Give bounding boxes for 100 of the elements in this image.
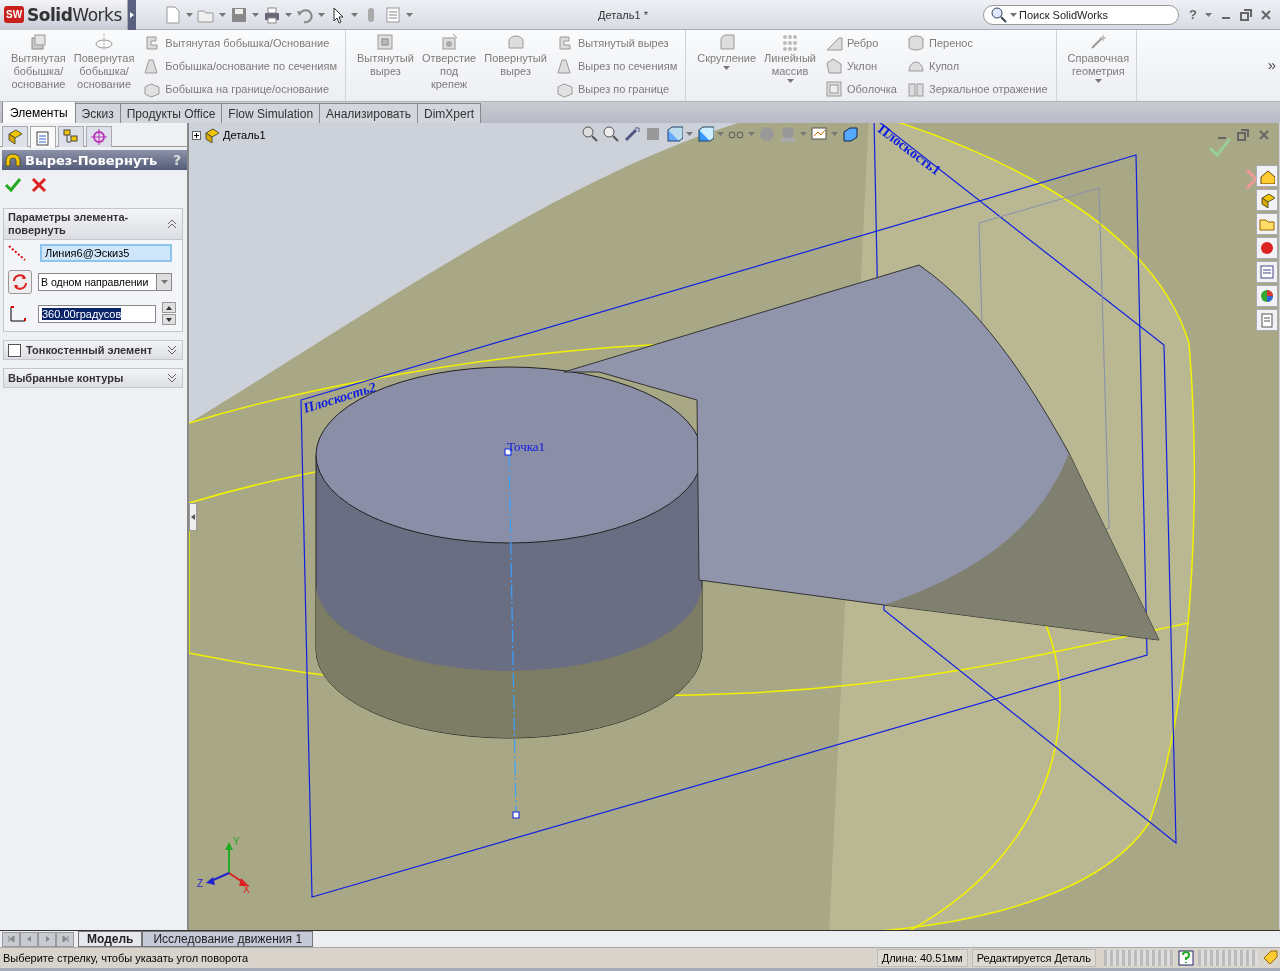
confirm-check-icon[interactable] [1208, 135, 1232, 159]
axis-label: Y [233, 836, 240, 847]
previous-view-icon[interactable] [623, 125, 641, 143]
task-pane-tab[interactable] [1256, 285, 1278, 307]
close-icon[interactable] [1260, 8, 1272, 21]
caret-icon[interactable] [252, 12, 259, 17]
tag-icon[interactable] [1262, 949, 1280, 967]
panel-collapse-handle[interactable] [189, 503, 197, 531]
caret-icon[interactable] [748, 132, 755, 136]
printer-icon[interactable] [263, 5, 281, 24]
expand-chevron-icon[interactable] [166, 371, 178, 385]
tab[interactable]: DimXpert [417, 103, 482, 123]
zoom-fit-icon[interactable] [581, 125, 599, 143]
caret-icon[interactable] [351, 12, 358, 17]
reverse-direction-button[interactable] [8, 270, 32, 294]
task-pane-tab[interactable] [1256, 165, 1278, 187]
zoom-area-icon[interactable] [602, 125, 620, 143]
last-button[interactable] [56, 931, 74, 947]
caret-icon[interactable] [219, 12, 226, 17]
cancel-x-icon[interactable] [30, 176, 48, 194]
document-icon [34, 128, 52, 147]
dropdown-caret-icon[interactable] [160, 280, 168, 284]
first-icon [7, 936, 15, 942]
task-pane-tab[interactable] [1256, 213, 1278, 235]
caret-icon[interactable] [831, 132, 838, 136]
restore-icon[interactable] [1237, 129, 1249, 141]
tab[interactable]: Анализировать [319, 103, 419, 123]
axis-selection-field[interactable]: Линия6@Эскиз5 [40, 244, 172, 262]
section-title: Тонкостенный элемент [26, 343, 154, 357]
checkbox[interactable] [8, 343, 21, 357]
caret-icon[interactable] [186, 12, 193, 17]
section-title: Параметры элемента-повернуть [8, 211, 130, 237]
tab[interactable]: Исследование движения 1 [142, 931, 314, 947]
section-view-icon[interactable] [644, 125, 662, 143]
display-style-icon[interactable] [696, 125, 714, 143]
axis-line-icon [8, 245, 26, 261]
dropdown-caret-icon[interactable] [1010, 12, 1018, 17]
task-pane-tab[interactable] [1256, 189, 1278, 211]
new-document-icon[interactable] [164, 5, 182, 24]
view-settings-icon[interactable] [810, 125, 828, 143]
view-orientation-icon[interactable] [665, 125, 683, 143]
close-icon[interactable] [1258, 129, 1270, 141]
caret-icon[interactable] [406, 12, 413, 17]
checklist-icon[interactable] [384, 5, 402, 24]
direction-dropdown[interactable]: В одном направлении [38, 273, 172, 291]
help-icon[interactable] [1178, 950, 1194, 966]
menu-expand-button[interactable] [128, 0, 136, 30]
search-icon[interactable] [990, 5, 1009, 24]
spin-down-button[interactable] [162, 314, 176, 325]
length-readout: Длина: 40.51мм [876, 949, 968, 967]
save-icon[interactable] [230, 5, 248, 24]
tab[interactable]: Продукты Office [119, 103, 223, 123]
confirm-check-icon[interactable] [4, 176, 22, 194]
tab[interactable]: Модель [78, 931, 143, 947]
manager-tab[interactable] [58, 126, 84, 147]
spin-up-button[interactable] [162, 302, 176, 313]
caret-icon[interactable] [717, 132, 724, 136]
logo-mark[interactable]: SW [4, 6, 25, 23]
parts-icon [1259, 192, 1275, 208]
previous-button[interactable] [20, 931, 38, 947]
search-field[interactable]: Поиск SolidWorks [983, 4, 1180, 25]
app-name: SolidWorks [27, 4, 122, 25]
caret-icon[interactable] [285, 12, 292, 17]
collapse-chevron-icon[interactable] [166, 217, 178, 231]
caret-icon[interactable] [318, 12, 325, 17]
axis-label: Z [197, 878, 204, 889]
list-icon [1259, 264, 1275, 280]
section-header[interactable]: Тонкостенный элемент [4, 341, 182, 359]
cancel-x-icon[interactable] [1244, 167, 1268, 191]
feature-title: Вырез-Повернуть [25, 152, 159, 168]
more-button[interactable]: » [1267, 56, 1276, 73]
angle-field[interactable]: 360.00градусов [38, 304, 156, 323]
next-button[interactable] [38, 931, 56, 947]
box-view-icon[interactable] [841, 125, 859, 143]
point-handle[interactable] [512, 811, 520, 819]
manager-tab[interactable] [30, 126, 56, 148]
help-button[interactable]: ? [1189, 7, 1197, 22]
down-arrow-icon [165, 316, 173, 323]
task-pane-tab[interactable] [1256, 237, 1278, 259]
tab[interactable]: Эскиз [74, 103, 121, 123]
hierarchy-icon [62, 128, 80, 146]
manager-tab[interactable] [2, 126, 28, 147]
restore-icon[interactable] [1240, 8, 1252, 21]
clipboard-icon [1259, 312, 1275, 328]
folder-icon [1259, 216, 1275, 232]
tab[interactable]: Flow Simulation [221, 103, 321, 123]
task-pane-tab[interactable] [1256, 261, 1278, 283]
expand-toggle[interactable] [192, 130, 201, 140]
manager-tab[interactable] [86, 126, 112, 147]
caret-icon[interactable] [686, 132, 693, 136]
help-button[interactable]: ? [172, 152, 181, 168]
caret-icon[interactable] [800, 132, 807, 136]
section-header[interactable]: Выбранные контуры [4, 369, 182, 387]
point-label: Точка1 [507, 439, 546, 454]
first-button[interactable] [2, 931, 20, 947]
caret-icon[interactable] [1205, 12, 1212, 17]
task-pane-tab[interactable] [1256, 309, 1278, 331]
tree-item[interactable]: Деталь1 [223, 129, 266, 141]
expand-chevron-icon[interactable] [166, 343, 178, 357]
tab[interactable]: Элементы [2, 101, 76, 123]
